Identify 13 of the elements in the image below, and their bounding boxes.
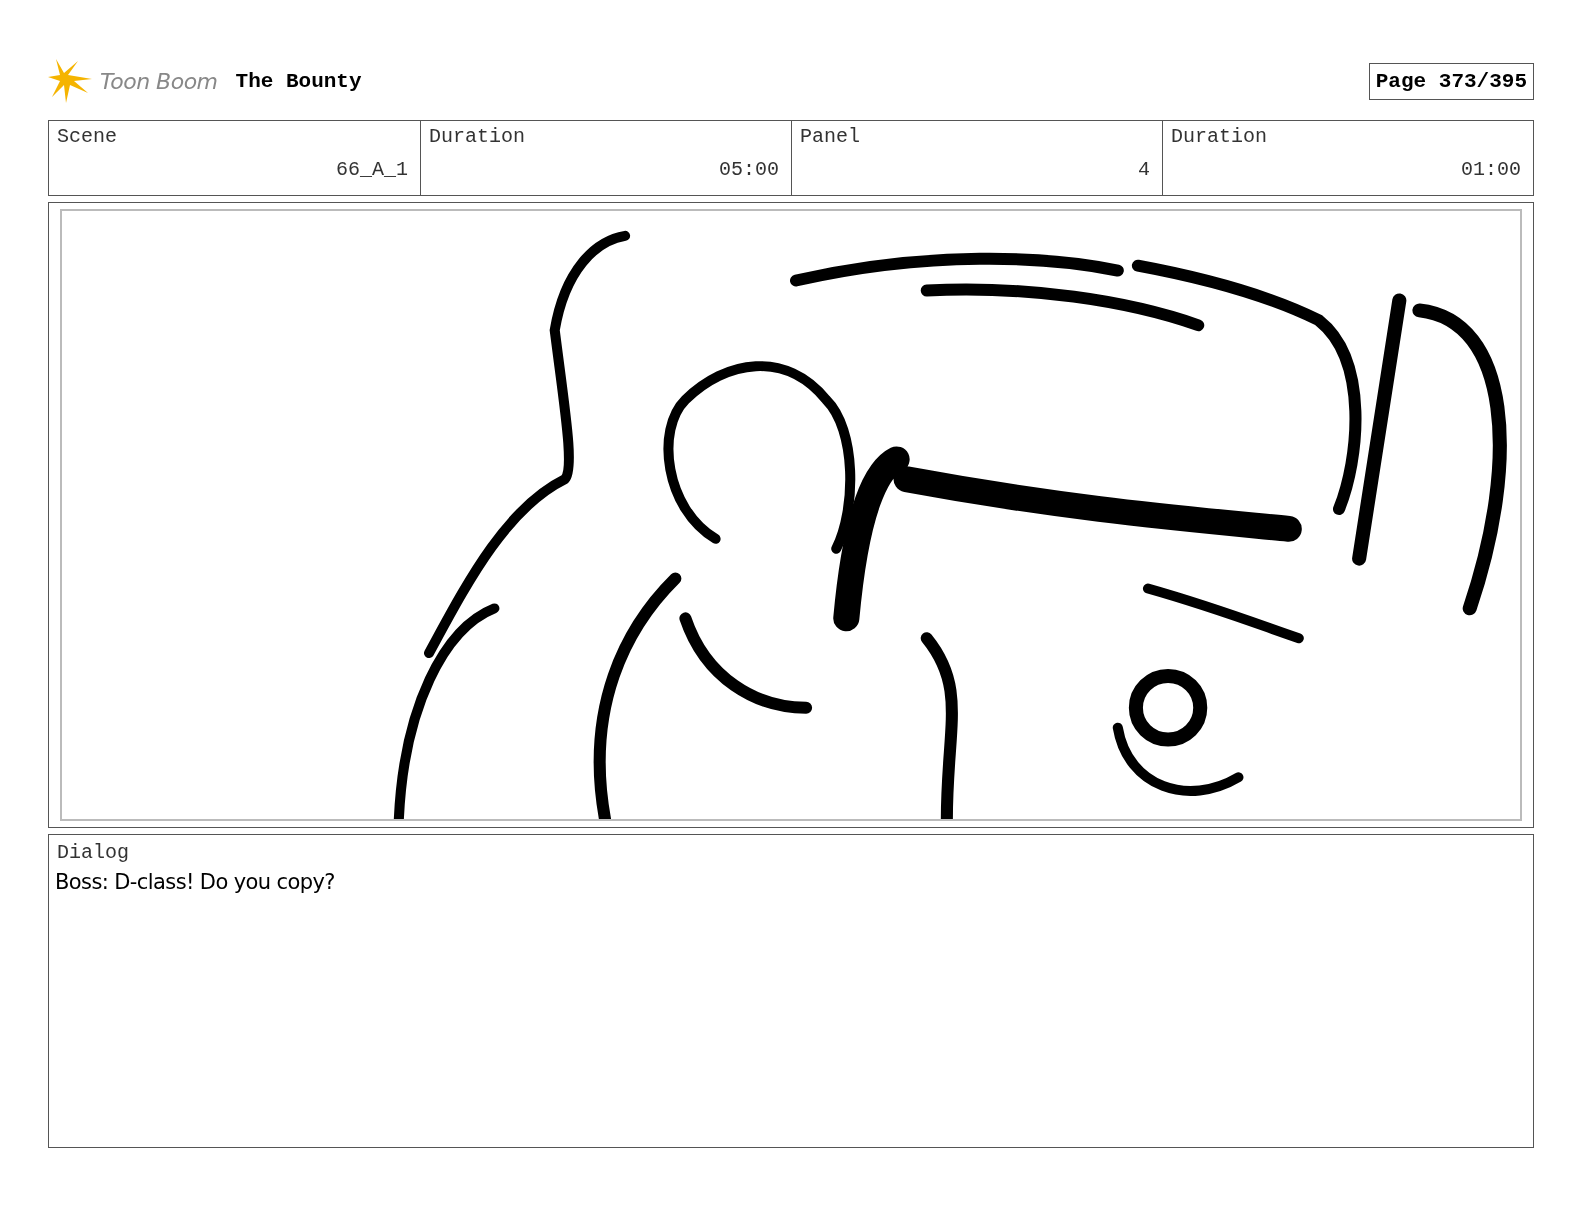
field-value: 4 xyxy=(1138,158,1150,181)
field-label: Scene xyxy=(57,125,117,148)
page-number: Page 373/395 xyxy=(1368,62,1534,100)
dialog-text: Boss: D-class! Do you copy? xyxy=(55,870,335,894)
logo-text: Toon Boom xyxy=(100,68,218,94)
field-label: Duration xyxy=(429,125,525,148)
field-value: 05:00 xyxy=(719,158,779,181)
storyboard-title: The Bounty xyxy=(235,69,362,93)
field-value: 66_A_1 xyxy=(336,158,408,181)
field-label: Panel xyxy=(800,125,860,148)
field-label: Duration xyxy=(1171,125,1267,148)
dialog-label: Dialog xyxy=(57,841,129,864)
field-value: 01:00 xyxy=(1461,158,1521,181)
